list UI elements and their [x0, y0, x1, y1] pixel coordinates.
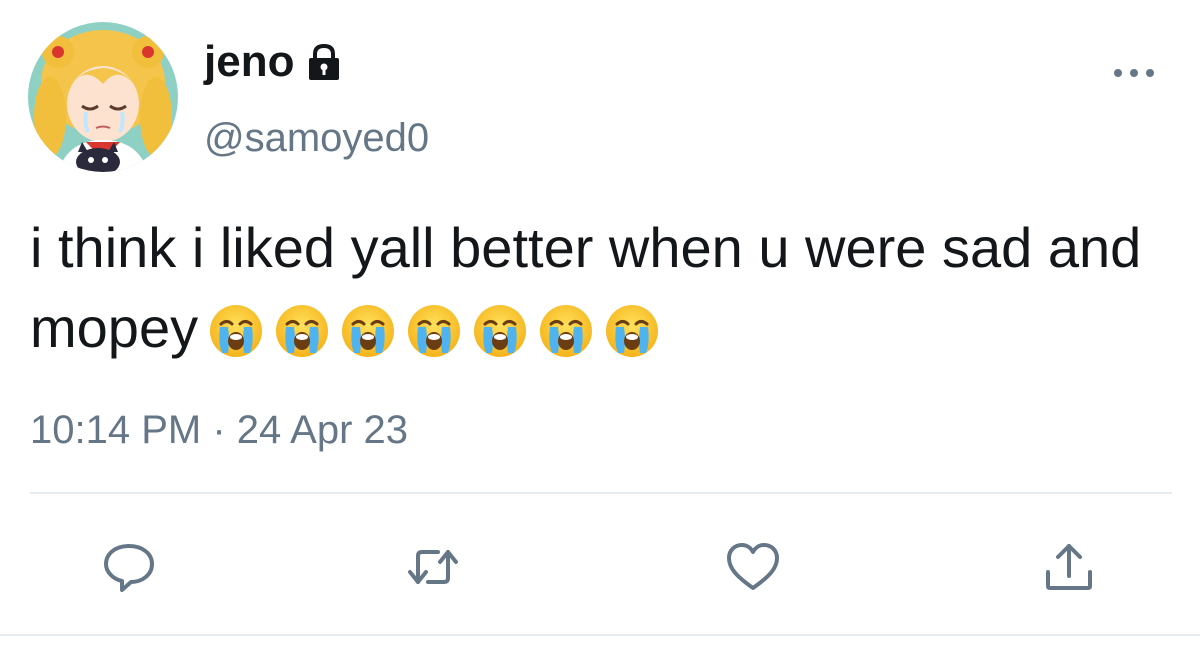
crying-face-emoji	[604, 300, 660, 358]
crying-face-emoji	[472, 300, 528, 358]
ellipsis-icon	[1114, 69, 1154, 77]
like-button[interactable]	[724, 538, 782, 596]
emoji-row	[208, 300, 660, 358]
crying-face-emoji	[538, 300, 594, 358]
bottom-divider	[0, 634, 1200, 636]
author-handle[interactable]: @samoyed0	[204, 118, 429, 158]
author-name-row: jeno	[204, 40, 342, 84]
crying-face-emoji	[406, 300, 462, 358]
anime-character-crying-avatar	[28, 22, 178, 172]
share-button[interactable]	[1040, 538, 1098, 596]
tweet-text: i think i liked yall better when u were …	[30, 208, 1150, 368]
crying-face-emoji	[274, 300, 330, 358]
crying-face-emoji	[340, 300, 396, 358]
divider	[30, 492, 1172, 494]
tweet-timestamp[interactable]: 10:14 PM · 24 Apr 23	[30, 410, 408, 450]
reply-button[interactable]	[100, 538, 158, 596]
display-name[interactable]: jeno	[204, 40, 294, 84]
retweet-icon	[408, 550, 458, 584]
share-icon	[1046, 544, 1092, 590]
heart-icon	[727, 543, 779, 590]
reply-icon	[104, 544, 154, 592]
more-options-button[interactable]	[1110, 58, 1158, 88]
lock-icon	[306, 43, 342, 81]
crying-face-emoji	[208, 300, 264, 358]
avatar[interactable]	[28, 22, 178, 172]
retweet-button[interactable]	[404, 538, 462, 596]
